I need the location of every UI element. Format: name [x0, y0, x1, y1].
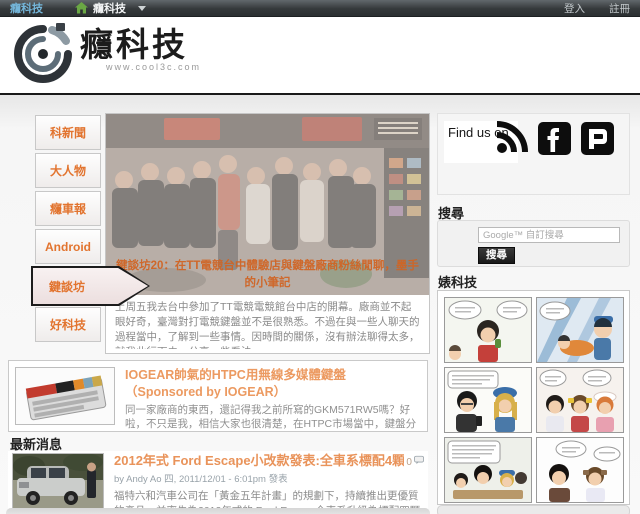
comic-panel: [444, 437, 532, 503]
sidebar-item-keyboard-selected[interactable]: 鍵談坊: [31, 266, 150, 306]
sidebar-item-tech-news[interactable]: 科新聞: [35, 115, 101, 150]
featured-article-excerpt: 上周五我去台中參加了TT電競電競館台中店的開幕。廠商並不起眼好奇，臺灣對打電競鍵…: [115, 301, 420, 349]
search-button[interactable]: 搜尋: [478, 247, 515, 264]
sidebar-item-cars[interactable]: 癮車報: [35, 191, 101, 226]
comment-bubble-icon: [413, 455, 424, 465]
find-us-panel: Find us on: [437, 113, 630, 195]
google-custom-search-panel: 搜尋: [437, 220, 630, 267]
sponsored-article-excerpt: 同一家廠商的東西，還記得我之前所寫的GKM571RW5嗎？好啦，不只是我，相信大…: [125, 403, 417, 431]
register-link[interactable]: 註冊: [609, 1, 630, 16]
page: 癮科技 癮科技 登入 註冊 癮科技 www.cool3c.com 科新聞 大人物…: [0, 0, 640, 514]
topbar-home-label: 癮科技: [93, 3, 126, 15]
news-article-panel: 2012年式 Ford Escape小改款發表:全車系標配4顆安全氣囊!0 by…: [8, 451, 428, 514]
comic-panel: [536, 437, 624, 503]
featured-photo-link[interactable]: 鍵談坊20：在TT電競台中體驗店與鍵盤廠商粉絲閒聊，墨手的小筆記: [106, 114, 429, 295]
selected-tab-label: 鍵談坊: [33, 268, 148, 304]
featured-article-title[interactable]: 鍵談坊20：在TT電競台中體驗店與鍵盤廠商粉絲閒聊，墨手的小筆記: [106, 258, 429, 293]
logo-subtitle: www.cool3c.com: [106, 61, 202, 72]
sponsored-article-title[interactable]: IOGEAR帥氣的HTPC用無線多媒體鍵盤（Sponsored by IOGEA…: [125, 367, 421, 401]
home-icon: [75, 2, 88, 14]
comic-panel: [536, 367, 624, 433]
right-next-section-divider: [437, 505, 630, 514]
topbar-home-link[interactable]: 癮科技: [75, 0, 126, 16]
keyboard-thumbnail[interactable]: [15, 367, 115, 425]
comic-strip-image: [444, 297, 624, 503]
cool3c-logo-icon: [14, 23, 72, 83]
logo-title: 癮科技: [80, 26, 188, 63]
sidebar-item-android[interactable]: Android: [35, 229, 101, 264]
sponsored-article-panel: IOGEAR帥氣的HTPC用無線多媒體鍵盤（Sponsored by IOGEA…: [8, 360, 428, 432]
comment-count: 0: [406, 457, 412, 468]
news-article-title[interactable]: 2012年式 Ford Escape小改款發表:全車系標配4顆安全氣囊!: [114, 453, 404, 469]
facebook-icon[interactable]: [538, 121, 571, 155]
sidebar-item-good-tech[interactable]: 好科技: [35, 307, 101, 342]
category-nav: 科新聞 大人物 癮車報 Android 鍵談坊 好科技: [31, 115, 150, 345]
plurk-icon[interactable]: [581, 121, 614, 155]
comic-heading: 婊科技: [438, 275, 478, 290]
rss-icon[interactable]: [494, 121, 528, 155]
comic-panel: [444, 297, 532, 363]
next-section-divider: [6, 508, 430, 514]
site-logo[interactable]: 癮科技 www.cool3c.com: [12, 23, 201, 85]
top-bar: 癮科技 癮科技 登入 註冊: [0, 0, 640, 17]
topbar-site-link[interactable]: 癮科技: [10, 0, 43, 16]
comic-panel: [536, 297, 624, 363]
site-header: 癮科技 www.cool3c.com: [0, 17, 640, 95]
chevron-down-icon[interactable]: [138, 5, 146, 11]
sidebar-item-people[interactable]: 大人物: [35, 153, 101, 188]
featured-article-panel: 鍵談坊20：在TT電競台中體驗店與鍵盤廠商粉絲閒聊，墨手的小筆記 上周五我去台中…: [105, 113, 430, 354]
login-link[interactable]: 登入: [564, 1, 585, 16]
comic-panel: [444, 367, 532, 433]
car-thumbnail[interactable]: [12, 453, 104, 513]
article-byline: by Andy Ao 四, 2011/12/01 - 6:01pm 發表: [114, 473, 288, 485]
comic-strip-link[interactable]: [437, 290, 630, 505]
search-input[interactable]: [478, 227, 620, 243]
